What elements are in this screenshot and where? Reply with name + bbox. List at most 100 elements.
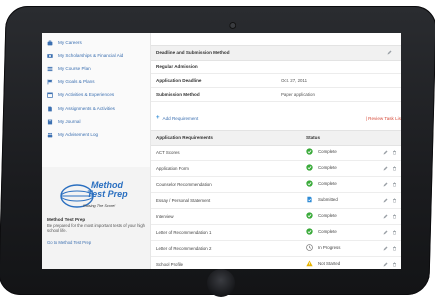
sidebar-item-my-careers[interactable]: My Careers <box>47 37 82 48</box>
promo-panel: Method Test Prep Raising The Score! Meth… <box>42 167 150 269</box>
table-row[interactable]: Letter of Recommendation 1 Complete <box>151 225 401 241</box>
sidebar-item-my-course-plan[interactable]: My Course Plan <box>47 63 91 74</box>
sidebar-item-label: My Course Plan <box>58 66 91 71</box>
check-circle-icon <box>306 180 313 187</box>
people-icon <box>47 132 53 138</box>
sidebar-item-label: My Advisement Log <box>58 132 99 137</box>
section-title: Deadline and Submission Method <box>156 50 230 55</box>
app-screen: My Advisement Log My Journal My Assignment… <box>42 33 401 269</box>
status-cell: Submitted <box>306 196 338 203</box>
table-row[interactable]: Application Form Complete <box>151 161 401 177</box>
edit-pencil-icon[interactable] <box>383 230 388 235</box>
money-icon <box>47 53 53 59</box>
submission-method-label: Submission Method <box>156 92 200 97</box>
requirement-name: ACT Scores <box>156 150 180 155</box>
review-task-list-link[interactable]: | Review Task Lis <box>366 116 401 121</box>
edit-pencil-icon[interactable] <box>383 262 388 267</box>
status-cell: Complete <box>306 148 337 155</box>
briefcase-icon <box>47 40 53 46</box>
deadline-value: Oct. 27, 2011 <box>281 78 308 83</box>
row-actions <box>383 166 401 171</box>
requirement-name: Interview <box>156 214 174 219</box>
submission-method-row: Submission Method Paper application <box>151 88 401 102</box>
trash-icon[interactable] <box>392 182 397 187</box>
status-label: Complete <box>318 165 337 170</box>
trash-icon[interactable] <box>392 230 397 235</box>
add-requirement-label: Add Requirement <box>162 115 199 121</box>
edit-pencil-icon[interactable] <box>387 50 392 55</box>
requirements-table-header: Application Requirements Status <box>151 130 401 146</box>
list-icon <box>47 66 53 72</box>
table-row[interactable]: ACT Scores Complete <box>151 145 401 161</box>
table-row[interactable]: Letter of Recommendation 2 In Progress <box>151 241 401 257</box>
sidebar-item-my-goals-plans[interactable]: My Goals & Plans <box>47 76 95 87</box>
row-actions <box>383 214 401 219</box>
sidebar-item-my-scholarships-financial-aid[interactable]: My Scholarships & Financial Aid <box>47 50 123 61</box>
status-label: In Progress <box>318 245 341 250</box>
trash-icon[interactable] <box>392 150 397 155</box>
status-label: Complete <box>318 213 337 218</box>
method-test-prep-logo: Method Test Prep Raising The Score! <box>59 180 135 214</box>
sidebar-item-label: My Assignments & Activities <box>58 106 115 111</box>
calendar-icon <box>47 92 53 98</box>
admission-type: Regular Admission <box>156 64 198 69</box>
status-cell: Complete <box>306 180 337 187</box>
status-label: Submitted <box>318 197 338 202</box>
flag-icon <box>47 79 53 85</box>
column-status: Status <box>306 135 321 140</box>
logo-line-2: Test Prep <box>87 189 128 199</box>
sidebar-item-label: My Activities & Experiences <box>58 92 115 97</box>
row-actions <box>383 150 401 155</box>
deadline-label: Application Deadline <box>156 78 202 83</box>
sidebar-item-my-activities-experiences[interactable]: My Activities & Experiences <box>47 89 114 100</box>
status-label: Complete <box>318 149 337 154</box>
edit-pencil-icon[interactable] <box>383 246 388 251</box>
trash-icon[interactable] <box>392 246 397 251</box>
status-label: Complete <box>318 181 337 186</box>
sidebar-item-label: My Journal <box>58 119 81 124</box>
requirement-name: Counselor Recommendation <box>156 182 212 187</box>
table-row[interactable]: Interview Complete <box>151 209 401 225</box>
promo-description: Be prepared for the most important tests… <box>47 223 145 234</box>
table-row[interactable]: School Profile Not Started <box>151 257 401 269</box>
plus-icon: + <box>156 115 160 121</box>
main-content: Deadline and Submission Method Regular A… <box>151 33 401 269</box>
edit-pencil-icon[interactable] <box>383 198 388 203</box>
document-icon <box>47 106 53 112</box>
promo-link[interactable]: Go to Method Test Prep <box>47 240 91 245</box>
row-actions <box>383 230 401 235</box>
sidebar-item-label: My Goals & Plans <box>58 79 95 84</box>
sidebar-item-my-advisement-log[interactable]: My Advisement Log <box>47 129 98 140</box>
table-row[interactable]: Essay / Personal Statement Submitted <box>151 193 401 209</box>
logo-tagline: Raising The Score! <box>83 204 116 208</box>
trash-icon[interactable] <box>392 214 397 219</box>
home-button[interactable] <box>207 269 235 297</box>
status-cell: Complete <box>306 164 337 171</box>
row-actions <box>383 182 401 187</box>
promo-title: Method Test Prep <box>47 217 86 222</box>
row-actions <box>383 262 401 267</box>
status-cell: Complete <box>306 212 337 219</box>
edit-pencil-icon[interactable] <box>383 166 388 171</box>
row-actions <box>383 198 401 203</box>
warning-icon <box>306 260 313 267</box>
trash-icon[interactable] <box>392 166 397 171</box>
edit-pencil-icon[interactable] <box>383 150 388 155</box>
book-icon <box>47 119 53 125</box>
sidebar-item-label: My Careers <box>58 40 82 45</box>
sidebar-item-my-assignments-activities[interactable]: My Assignments & Activities <box>47 103 115 114</box>
trash-icon[interactable] <box>392 262 397 267</box>
status-label: Not Started <box>318 261 341 266</box>
edit-pencil-icon[interactable] <box>383 182 388 187</box>
edit-pencil-icon[interactable] <box>383 214 388 219</box>
submission-method-value: Paper application <box>281 92 315 97</box>
add-requirement-link[interactable]: + Add Requirement <box>156 115 198 121</box>
requirement-name: Essay / Personal Statement <box>156 198 211 203</box>
sidebar-item-label: My Scholarships & Financial Aid <box>58 53 124 58</box>
table-row[interactable]: Counselor Recommendation Complete <box>151 177 401 193</box>
trash-icon[interactable] <box>392 198 397 203</box>
sidebar-item-my-journal[interactable]: My Journal <box>47 116 80 127</box>
status-cell: In Progress <box>306 244 340 251</box>
status-cell: Not Started <box>306 260 340 267</box>
requirement-name: Letter of Recommendation 1 <box>156 230 212 235</box>
